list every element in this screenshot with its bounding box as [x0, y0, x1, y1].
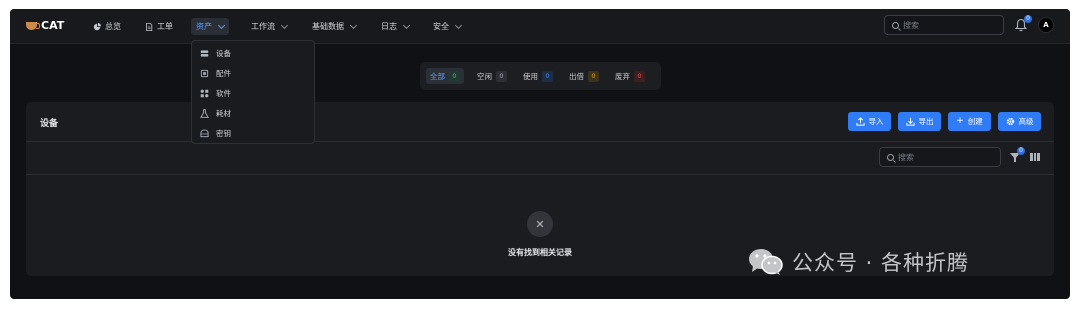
- menu-item-label: 耗材: [216, 108, 231, 118]
- nav-item-overview[interactable]: 总览: [88, 18, 126, 35]
- brand-name: CAT: [41, 19, 65, 32]
- apps-icon: [200, 89, 209, 97]
- menu-item-software[interactable]: 软件: [200, 86, 231, 100]
- tab-status-idle[interactable]: 空闲 0: [473, 68, 511, 84]
- tab-label: 出借: [569, 71, 584, 81]
- tab-label: 全部: [430, 71, 445, 81]
- wechat-logo-icon: [749, 249, 783, 275]
- nav-label: 安全: [433, 22, 449, 31]
- page-title: 设备: [40, 119, 59, 129]
- nav-item-tickets[interactable]: 工单: [140, 18, 178, 35]
- menu-item-consumables[interactable]: 耗材: [200, 106, 231, 120]
- button-label: 导入: [868, 117, 884, 126]
- document-icon: [146, 22, 153, 31]
- device-icon: [200, 49, 209, 57]
- search-icon: [892, 21, 899, 29]
- menu-item-keys[interactable]: 密钥: [200, 126, 231, 140]
- status-filter-tabs: 全部 0 空闲 0 使用 0 出借 0 废弃 0: [420, 62, 661, 90]
- chevron-down-icon: [454, 21, 463, 29]
- count-badge: 0: [496, 70, 507, 82]
- gear-icon: [1006, 117, 1014, 126]
- nav-item-logs[interactable]: 日志: [376, 18, 414, 35]
- divider: [26, 141, 1054, 142]
- nav-label: 工作流: [251, 22, 275, 31]
- plus-icon: +: [956, 116, 964, 126]
- count-badge: 0: [588, 70, 599, 82]
- watermark: 公众号 · 各种折腾: [748, 247, 969, 277]
- menu-item-parts[interactable]: 配件: [200, 66, 231, 80]
- menu-item-label: 软件: [216, 88, 231, 98]
- upload-icon: [855, 117, 865, 126]
- chip-icon: [200, 69, 209, 77]
- menu-item-label: 配件: [216, 68, 231, 78]
- assets-dropdown-menu: 设备 配件 软件 耗材 密钥: [191, 40, 315, 144]
- nav-label: 基础数据: [312, 22, 344, 31]
- tab-status-lent[interactable]: 出借 0: [565, 68, 603, 84]
- chevron-down-icon: [217, 21, 226, 29]
- tab-label: 空闲: [477, 71, 492, 81]
- menu-item-label: 密钥: [216, 128, 231, 138]
- dashboard-icon: [93, 22, 101, 30]
- import-button[interactable]: 导入: [848, 112, 891, 131]
- coffee-cup-icon: [26, 21, 40, 30]
- notification-badge: 0: [1024, 15, 1032, 23]
- watermark-text: 公众号 · 各种折腾: [792, 251, 970, 275]
- nav-label: 工单: [157, 22, 173, 31]
- menu-item-label: 设备: [216, 48, 231, 58]
- advanced-button[interactable]: 高级: [998, 112, 1041, 131]
- close-circle-icon: ✕: [527, 211, 553, 237]
- filter-count-badge: 0: [1017, 147, 1025, 155]
- nav-label: 日志: [381, 22, 397, 31]
- search-icon: [887, 153, 894, 161]
- count-badge: 0: [634, 70, 645, 82]
- search-placeholder: 搜索: [903, 20, 919, 30]
- button-label: 创建: [967, 117, 983, 126]
- nav-item-security[interactable]: 安全: [428, 18, 466, 35]
- count-badge: 0: [449, 70, 460, 82]
- chevron-down-icon: [349, 21, 358, 29]
- button-label: 导出: [918, 117, 934, 126]
- tab-status-discarded[interactable]: 废弃 0: [611, 68, 649, 84]
- nav-item-assets[interactable]: 资产: [191, 18, 229, 35]
- chevron-down-icon: [402, 21, 411, 29]
- divider: [26, 174, 1054, 175]
- count-badge: 0: [542, 70, 553, 82]
- chevron-down-icon: [280, 21, 289, 29]
- download-icon: [905, 117, 915, 126]
- avatar[interactable]: A: [1038, 17, 1054, 33]
- filter-icon-stem: [1014, 158, 1016, 162]
- nav-item-workflow[interactable]: 工作流: [246, 18, 292, 35]
- search-placeholder: 搜索: [898, 152, 914, 162]
- top-navbar: CAT 总览 工单 资产 工作流 基础数据 日志 安全 搜索 0 A: [10, 9, 1070, 44]
- nav-label: 资产: [196, 22, 212, 31]
- export-button[interactable]: 导出: [898, 112, 941, 131]
- create-button[interactable]: + 创建: [948, 112, 991, 131]
- columns-icon[interactable]: [1030, 153, 1041, 161]
- nav-label: 总览: [105, 22, 121, 31]
- nav-item-base-data[interactable]: 基础数据: [307, 18, 361, 35]
- table-search-input[interactable]: 搜索: [879, 147, 1001, 167]
- button-label: 高级: [1018, 117, 1034, 126]
- tab-status-all[interactable]: 全部 0: [426, 68, 464, 84]
- tab-label: 废弃: [615, 71, 630, 81]
- key-icon: [200, 128, 209, 137]
- menu-item-devices[interactable]: 设备: [200, 46, 231, 60]
- brand-logo[interactable]: CAT: [26, 19, 64, 32]
- flask-icon: [200, 108, 209, 118]
- tab-status-in-use[interactable]: 使用 0: [519, 68, 557, 84]
- tab-label: 使用: [523, 71, 538, 81]
- global-search-input[interactable]: 搜索: [884, 15, 1004, 35]
